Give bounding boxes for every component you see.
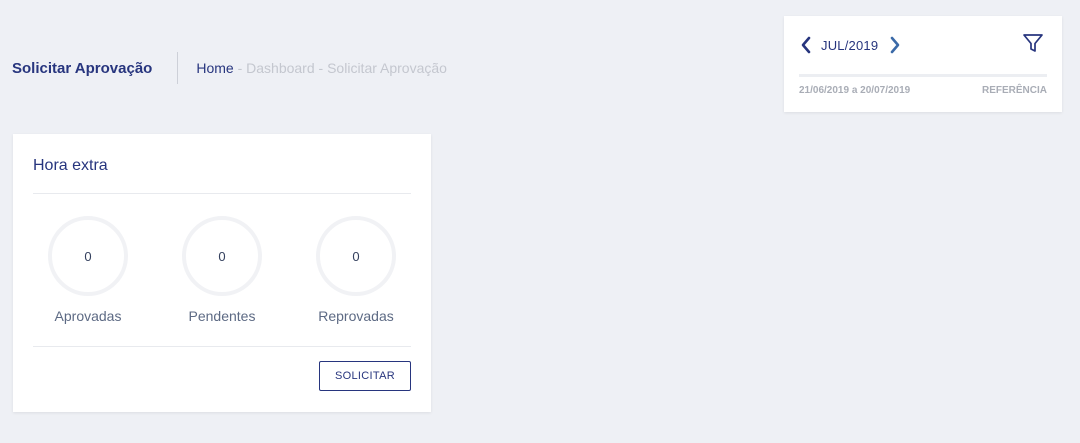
breadcrumb: Home - Dashboard - Solicitar Aprovação [196,60,447,76]
stat-pending: 0 Pendentes [162,216,282,324]
stat-pending-value: 0 [182,216,262,296]
stat-rejected: 0 Reprovadas [296,216,416,324]
chevron-right-icon[interactable] [888,36,902,54]
filter-icon[interactable] [1022,32,1044,54]
overtime-card: Hora extra 0 Aprovadas 0 Pendentes 0 Rep… [13,134,431,412]
breadcrumb-item-current: Solicitar Aprovação [327,60,447,76]
period-date-range: 21/06/2019 a 20/07/2019 [799,85,911,96]
card-title: Hora extra [33,157,108,174]
stat-pending-label: Pendentes [188,308,256,324]
request-button[interactable]: SOLICITAR [319,361,411,391]
card-divider-bottom [33,346,411,347]
page-header: Solicitar Aprovação Home - Dashboard - S… [12,52,447,84]
stat-approved-value: 0 [48,216,128,296]
breadcrumb-separator: - [314,60,328,76]
stat-rejected-label: Reprovadas [318,308,394,324]
stat-approved: 0 Aprovadas [28,216,148,324]
chevron-left-icon[interactable] [799,36,813,54]
breadcrumb-home-link[interactable]: Home [196,60,233,76]
period-progress-bar [799,74,1047,77]
period-navigation: JUL/2019 [799,36,902,54]
breadcrumb-separator: - [233,60,247,76]
header-divider [177,52,179,84]
stat-approved-label: Aprovadas [54,308,122,324]
period-reference-label: REFERÊNCIA [981,85,1047,96]
period-selector-card: JUL/2019 21/06/2019 a 20/07/2019 REFERÊN… [784,16,1062,112]
period-label: JUL/2019 [821,37,879,53]
breadcrumb-item-dashboard[interactable]: Dashboard [246,60,315,76]
page-title: Solicitar Aprovação [12,59,153,77]
stat-rejected-value: 0 [316,216,396,296]
card-divider-top [33,193,411,194]
